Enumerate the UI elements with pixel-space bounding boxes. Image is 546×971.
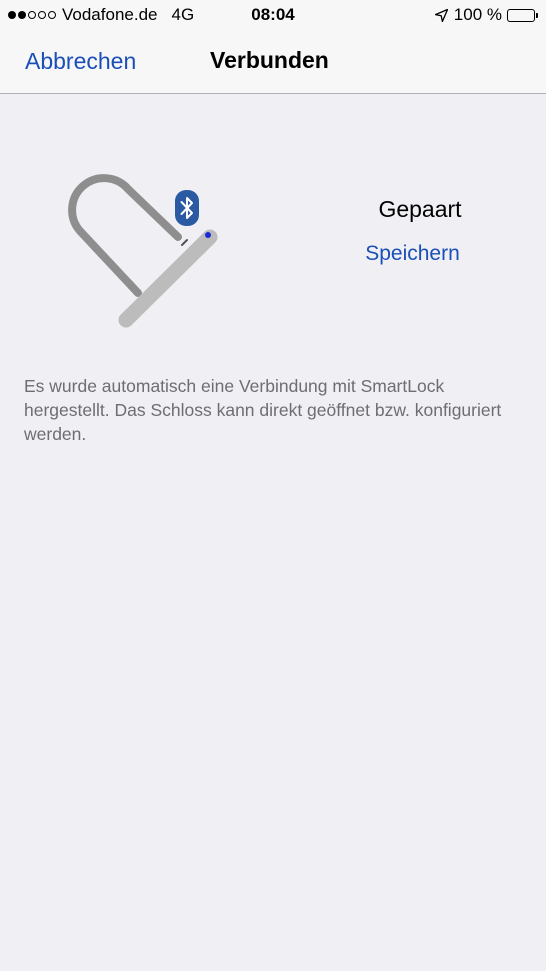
cancel-button[interactable]: Abbrechen bbox=[25, 48, 136, 75]
lock-body bbox=[118, 229, 218, 328]
navigation-bar: Abbrechen Verbunden bbox=[0, 32, 546, 94]
battery-icon bbox=[507, 8, 538, 22]
status-bar: Vodafone.de 4G 08:04 100 % bbox=[0, 0, 546, 32]
pairing-status: Gepaart bbox=[378, 196, 462, 222]
bluetooth-icon bbox=[175, 190, 199, 226]
led-indicator bbox=[205, 232, 211, 238]
status-bar-right: 100 % bbox=[434, 5, 538, 25]
connection-description: Es wurde automatisch eine Verbindung mit… bbox=[24, 376, 502, 444]
save-button[interactable]: Speichern bbox=[340, 242, 485, 266]
location-arrow-icon bbox=[434, 8, 448, 22]
smartlock-illustration bbox=[60, 165, 235, 340]
page-title: Verbunden bbox=[210, 47, 329, 73]
battery-percentage: 100 % bbox=[453, 5, 502, 24]
